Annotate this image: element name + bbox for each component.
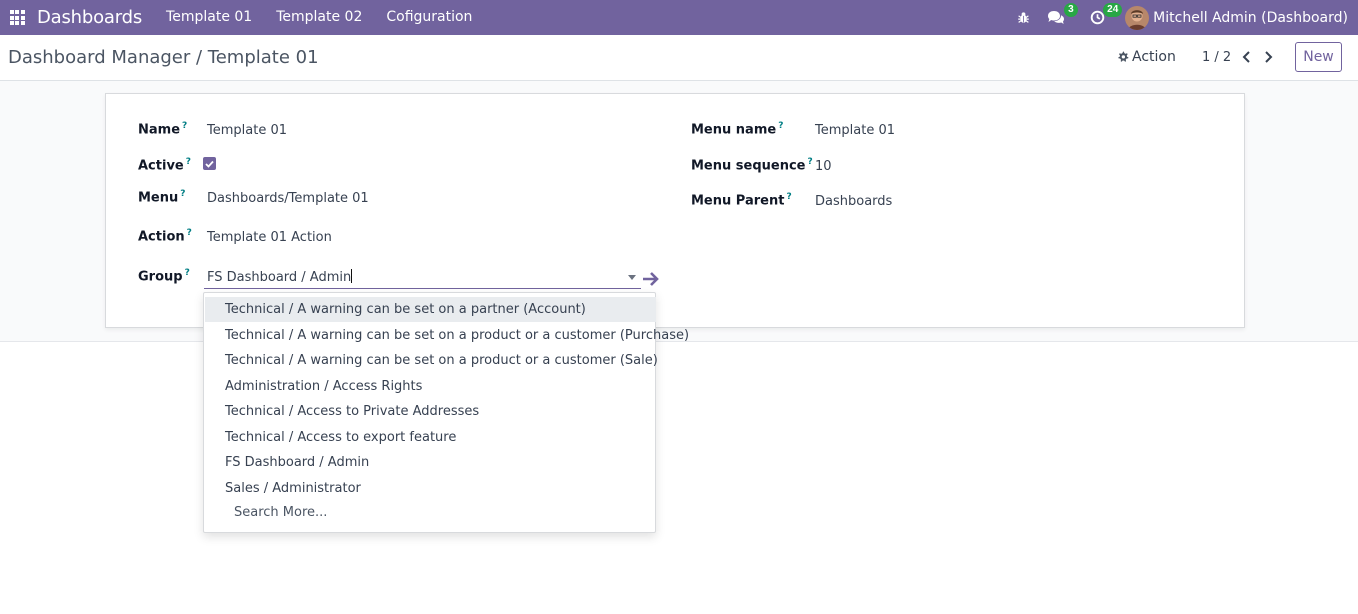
app-brand[interactable]: Dashboards: [37, 7, 142, 28]
activities-badge: 24: [1103, 3, 1123, 17]
autocomplete-option[interactable]: Technical / Access to Private Addresses: [205, 399, 656, 424]
messages-badge: 3: [1064, 3, 1078, 17]
pager-previous-button[interactable]: [1238, 48, 1254, 66]
menu-template-02[interactable]: Template 02: [264, 0, 374, 35]
chevron-left-icon: [1242, 51, 1250, 63]
group-autocomplete-dropdown: Technical / A warning can be set on a pa…: [203, 292, 689, 533]
menu-help-icon[interactable]: ?: [180, 189, 185, 199]
user-avatar[interactable]: [1125, 5, 1150, 30]
menu-template-01[interactable]: Template 01: [154, 0, 264, 35]
apps-menu-icon[interactable]: [0, 0, 34, 35]
menu-parent-field[interactable]: Dashboards: [815, 194, 892, 209]
group-label: Group?: [138, 268, 190, 285]
new-button[interactable]: New: [1295, 42, 1342, 72]
action-menu-button[interactable]: Action: [1117, 49, 1176, 65]
action-field[interactable]: Template 01 Action: [207, 230, 332, 245]
autocomplete-option[interactable]: FS Dashboard / Admin: [205, 450, 656, 475]
autocomplete-option[interactable]: Technical / A warning can be set on a pa…: [205, 297, 656, 322]
top-navbar: Dashboards Template 01 Template 02 Cofig…: [0, 0, 1358, 35]
arrow-right-icon: [643, 272, 659, 286]
action-help-icon[interactable]: ?: [187, 228, 192, 238]
menu-name-label: Menu name?: [691, 121, 784, 138]
autocomplete-option[interactable]: Technical / A warning can be set on a pr…: [205, 323, 689, 348]
autocomplete-option[interactable]: Administration / Access Rights: [205, 374, 656, 399]
menu-configuration[interactable]: Cofiguration: [374, 0, 484, 35]
menu-name-field[interactable]: Template 01: [815, 123, 895, 138]
autocomplete-option[interactable]: Technical / A warning can be set on a pr…: [205, 348, 658, 373]
menu-name-help-icon[interactable]: ?: [778, 121, 783, 131]
group-dropdown-caret-icon[interactable]: [628, 275, 636, 280]
messages-icon[interactable]: 3: [1037, 0, 1083, 35]
user-menu[interactable]: Mitchell Admin (Dashboard): [1153, 10, 1348, 26]
action-label: Action: [1132, 49, 1176, 65]
menu-sequence-label: Menu sequence?: [691, 157, 813, 174]
gear-icon: [1118, 51, 1129, 62]
name-label: Name?: [138, 121, 188, 138]
active-help-icon[interactable]: ?: [186, 157, 191, 167]
breadcrumb[interactable]: Dashboard Manager / Template 01: [8, 47, 319, 68]
action-label: Action?: [138, 228, 192, 245]
name-field[interactable]: Template 01: [207, 123, 287, 138]
active-checkbox[interactable]: [203, 157, 216, 170]
debug-bug-icon[interactable]: [1009, 0, 1037, 35]
menu-sequence-help-icon[interactable]: ?: [808, 157, 813, 167]
checkmark-icon: [205, 160, 214, 168]
autocomplete-option[interactable]: Sales / Administrator: [205, 476, 656, 501]
group-input[interactable]: FS Dashboard / Admin: [204, 266, 641, 289]
name-help-icon[interactable]: ?: [182, 121, 187, 131]
menu-parent-label: Menu Parent?: [691, 192, 792, 209]
search-more-link[interactable]: Search More...: [234, 505, 327, 520]
control-panel: Dashboard Manager / Template 01 Action 1…: [0, 35, 1358, 81]
group-help-icon[interactable]: ?: [185, 268, 190, 278]
menu-label: Menu?: [138, 189, 186, 206]
chevron-right-icon: [1264, 51, 1272, 63]
activities-clock-icon[interactable]: 24: [1083, 0, 1125, 35]
menu-parent-help-icon[interactable]: ?: [786, 192, 791, 202]
text-cursor: [351, 269, 353, 283]
active-label: Active?: [138, 157, 191, 174]
menu-field[interactable]: Dashboards/Template 01: [207, 191, 369, 206]
autocomplete-option[interactable]: Technical / Access to export feature: [205, 425, 656, 450]
group-open-record-button[interactable]: [641, 269, 661, 289]
menu-sequence-field[interactable]: 10: [815, 159, 832, 174]
pager-value[interactable]: 1 / 2: [1202, 50, 1231, 65]
pager-next-button[interactable]: [1260, 48, 1276, 66]
